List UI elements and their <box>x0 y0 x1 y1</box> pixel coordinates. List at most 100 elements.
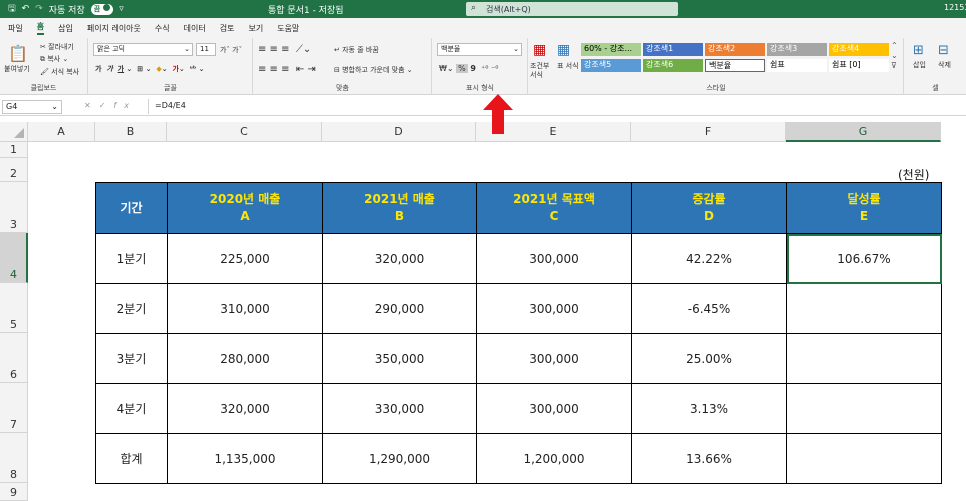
table-cell[interactable] <box>786 433 942 484</box>
delete-cells-button[interactable]: 삭제 <box>938 60 951 70</box>
header-cell-achievement-rate[interactable]: 달성률 E <box>786 182 942 234</box>
table-cell[interactable]: 13.66% <box>631 433 787 484</box>
row-header-8[interactable]: 8 <box>0 433 28 483</box>
table-cell[interactable] <box>786 333 942 384</box>
customize-qat-icon[interactable]: ▿ <box>119 4 124 14</box>
cell-style[interactable]: 강조색1 <box>643 43 703 56</box>
comma-style-button[interactable]: 9 <box>470 64 476 73</box>
header-cell-2021-target[interactable]: 2021년 목표액 C <box>476 182 632 234</box>
format-painter-button[interactable]: 🖌 서식 복사 <box>40 67 79 77</box>
cell-style[interactable]: 강조색6 <box>643 59 703 72</box>
table-cell[interactable]: 300,000 <box>476 283 632 334</box>
table-cell[interactable]: 1,200,000 <box>476 433 632 484</box>
paste-icon[interactable]: 📋 <box>8 44 28 63</box>
column-header-b[interactable]: B <box>95 122 167 142</box>
header-cell-period[interactable]: 기간 <box>95 182 168 234</box>
insert-cells-button[interactable]: 삽입 <box>913 60 926 70</box>
table-cell[interactable]: 330,000 <box>322 383 477 434</box>
table-format-button[interactable]: 표 서식 <box>557 62 579 71</box>
tab-view[interactable]: 보기 <box>248 23 263 34</box>
table-cell[interactable]: 225,000 <box>167 233 323 284</box>
table-format-icon[interactable]: ▦ <box>557 42 570 58</box>
row-header-5[interactable]: 5 <box>0 283 28 333</box>
cell-style[interactable]: 강조색4 <box>829 43 889 56</box>
currency-icon[interactable]: ₩⌄ <box>439 64 454 73</box>
save-icon[interactable]: 🖫 <box>8 1 16 17</box>
tab-file[interactable]: 파일 <box>8 23 23 34</box>
horizontal-align-icons[interactable]: ≡ ≡ ≡ ⇤ ⇥ <box>258 64 316 75</box>
header-cell-2020-sales[interactable]: 2020년 매출 A <box>167 182 323 234</box>
table-cell[interactable]: 290,000 <box>322 283 477 334</box>
cell-style[interactable]: 강조색5 <box>581 59 641 72</box>
table-cell[interactable]: 310,000 <box>167 283 323 334</box>
delete-cells-icon[interactable]: ⊟ <box>938 43 949 58</box>
table-cell[interactable]: 3분기 <box>95 333 168 384</box>
font-size-select[interactable]: 11 <box>196 43 216 56</box>
tab-review[interactable]: 검토 <box>220 23 235 34</box>
styles-scroll[interactable]: ⌃ ⌄ ⊽ <box>891 41 898 71</box>
column-header-f[interactable]: F <box>631 122 786 142</box>
cell-style[interactable]: 강조색2 <box>705 43 765 56</box>
table-cell[interactable]: 280,000 <box>167 333 323 384</box>
column-header-a[interactable]: A <box>28 122 95 142</box>
number-format-select[interactable]: 백분율 ⌄ <box>437 43 522 56</box>
table-cell[interactable]: 1,135,000 <box>167 433 323 484</box>
bold-italic-underline[interactable]: 가 가 가 ⌄ ⊞ ⌄ ◆⌄ 가⌄ ᵘᵇ ⌄ <box>95 64 205 74</box>
table-cell[interactable]: 42.22% <box>631 233 787 284</box>
search-box[interactable]: ⌕ 검색(Alt+Q) <box>466 2 678 16</box>
table-cell[interactable]: 300,000 <box>476 233 632 284</box>
conditional-format-icon[interactable]: ▦ <box>533 42 546 58</box>
table-cell[interactable]: 25.00% <box>631 333 787 384</box>
table-cell[interactable] <box>786 383 942 434</box>
insert-cells-icon[interactable]: ⊞ <box>913 43 924 58</box>
table-cell[interactable]: 1,290,000 <box>322 433 477 484</box>
cut-button[interactable]: ✂ 잘라내기 <box>40 42 74 52</box>
row-header-6[interactable]: 6 <box>0 333 28 383</box>
paste-button[interactable]: 붙여넣기 <box>4 64 30 74</box>
table-cell[interactable]: 3.13% <box>631 383 787 434</box>
undo-icon[interactable]: ↶ <box>22 4 30 14</box>
percent-button[interactable]: % <box>456 64 468 73</box>
increase-decimal-icon[interactable]: ⁺⁰ <box>481 64 488 73</box>
font-name-select[interactable]: 맑은 고딕 ⌄ <box>93 43 193 56</box>
worksheet[interactable]: A B C D E F G 1 2 3 4 5 6 7 8 9 (천원) 기간 … <box>0 122 966 501</box>
formula-input[interactable]: =D4/E4 <box>148 99 966 114</box>
column-header-c[interactable]: C <box>167 122 322 142</box>
cell-style[interactable]: 쉼표 <box>767 59 827 72</box>
cell-style[interactable]: 60% - 강조... <box>581 43 641 56</box>
vertical-align-icons[interactable]: ≡ ≡ ≡ ⟋⌄ <box>258 44 311 55</box>
select-all-button[interactable] <box>0 122 28 142</box>
row-header-4[interactable]: 4 <box>0 233 28 283</box>
table-cell[interactable]: 320,000 <box>167 383 323 434</box>
row-header-1[interactable]: 1 <box>0 142 28 158</box>
table-cell[interactable]: -6.45% <box>631 283 787 334</box>
tab-page-layout[interactable]: 페이지 레이아웃 <box>87 23 141 34</box>
tab-data[interactable]: 데이터 <box>184 23 206 34</box>
number-format-buttons[interactable]: ₩⌄ % 9 ⁺⁰ ⁻⁰ <box>439 64 498 73</box>
copy-button[interactable]: ⧉ 복사 ⌄ <box>40 54 68 64</box>
name-box[interactable]: G4 ⌄ <box>2 100 62 114</box>
column-header-g[interactable]: G <box>786 122 941 142</box>
row-header-2[interactable]: 2 <box>0 158 28 182</box>
table-cell[interactable]: 4분기 <box>95 383 168 434</box>
table-cell[interactable]: 300,000 <box>476 383 632 434</box>
tab-formulas[interactable]: 수식 <box>155 23 170 34</box>
table-cell[interactable] <box>786 283 942 334</box>
autosave-toggle[interactable]: 끔 <box>90 3 114 15</box>
tab-help[interactable]: 도움말 <box>277 23 299 34</box>
redo-icon[interactable]: ↷ <box>35 4 43 14</box>
header-cell-growth-rate[interactable]: 증감률 D <box>631 182 787 234</box>
merge-center-button[interactable]: ⊟ 병합하고 가운데 맞춤 ⌄ <box>334 65 413 75</box>
decrease-decimal-icon[interactable]: ⁻⁰ <box>491 64 498 73</box>
row-header-3[interactable]: 3 <box>0 182 28 233</box>
cell-style[interactable]: 백분율 <box>705 59 765 72</box>
cell-style[interactable]: 쉼표 [0] <box>829 59 889 72</box>
table-cell[interactable]: 1분기 <box>95 233 168 284</box>
tab-insert[interactable]: 삽입 <box>58 23 73 34</box>
table-cell[interactable]: 합계 <box>95 433 168 484</box>
row-header-7[interactable]: 7 <box>0 383 28 433</box>
table-cell[interactable]: 350,000 <box>322 333 477 384</box>
header-cell-2021-sales[interactable]: 2021년 매출 B <box>322 182 477 234</box>
table-cell[interactable]: 320,000 <box>322 233 477 284</box>
column-header-d[interactable]: D <box>322 122 476 142</box>
